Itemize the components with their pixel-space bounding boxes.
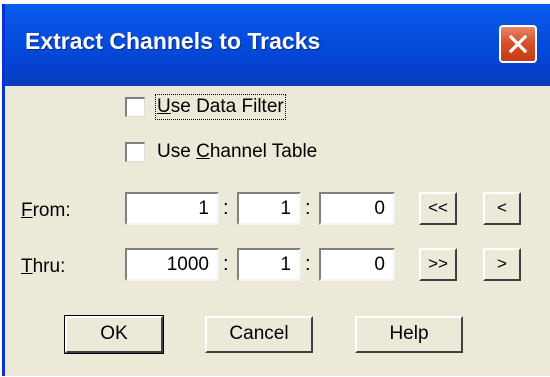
- mnemonic-u: U: [157, 96, 171, 117]
- from-beat-input[interactable]: 1: [237, 192, 301, 225]
- fast-forward-button[interactable]: >>: [419, 248, 457, 281]
- thru-label: Thru:: [21, 256, 65, 278]
- cancel-button[interactable]: Cancel: [205, 316, 313, 353]
- mnemonic-f: F: [21, 200, 33, 221]
- use-data-filter-option[interactable]: Use Data Filter: [125, 94, 286, 120]
- previous-button[interactable]: <: [483, 192, 521, 225]
- dialog-title: Extract Channels to Tracks: [25, 28, 321, 54]
- use-channel-table-label[interactable]: Use Channel Table: [157, 141, 317, 163]
- use-channel-table-option[interactable]: Use Channel Table: [125, 141, 317, 163]
- close-icon: [508, 34, 528, 54]
- rewind-button[interactable]: <<: [419, 192, 457, 225]
- use-channel-table-checkbox[interactable]: [125, 142, 145, 162]
- use-data-filter-label[interactable]: Use Data Filter: [155, 94, 286, 120]
- label-text: hannel Table: [209, 141, 318, 162]
- thru-beat-input[interactable]: 1: [237, 248, 301, 281]
- mnemonic-c: C: [196, 141, 210, 162]
- from-measure-input[interactable]: 1: [125, 192, 219, 225]
- dialog-window: Extract Channels to Tracks Use Data Filt…: [2, 4, 550, 376]
- next-button[interactable]: >: [483, 248, 521, 281]
- thru-colon-2: :: [305, 253, 311, 275]
- label-text: Use: [157, 141, 197, 162]
- from-colon-2: :: [305, 197, 311, 219]
- ok-button[interactable]: OK: [64, 315, 164, 354]
- thru-colon-1: :: [223, 253, 229, 275]
- from-colon-1: :: [223, 197, 229, 219]
- help-button[interactable]: Help: [355, 316, 463, 353]
- from-tick-input[interactable]: 0: [319, 192, 395, 225]
- from-label: From:: [21, 200, 71, 222]
- use-data-filter-checkbox[interactable]: [125, 97, 145, 117]
- label-text: rom:: [32, 200, 71, 221]
- label-text: se Data Filter: [170, 96, 284, 117]
- mnemonic-t: T: [21, 256, 33, 277]
- label-text: hru:: [32, 256, 66, 277]
- dialog-body: Use Data Filter Use Channel Table From: …: [5, 86, 550, 376]
- thru-measure-input[interactable]: 1000: [125, 248, 219, 281]
- close-button[interactable]: [499, 25, 537, 63]
- thru-tick-input[interactable]: 0: [319, 248, 395, 281]
- title-bar[interactable]: Extract Channels to Tracks: [5, 4, 550, 86]
